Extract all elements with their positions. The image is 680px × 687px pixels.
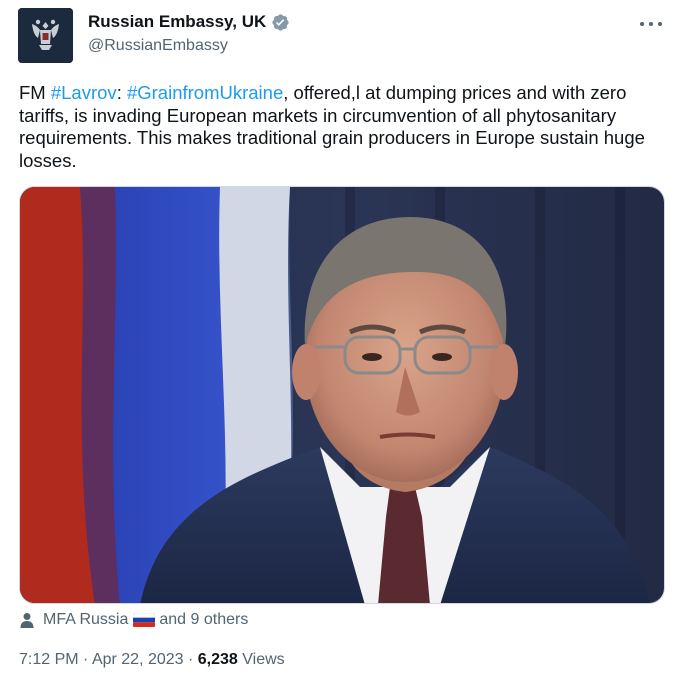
russian-flag-icon — [133, 613, 156, 627]
hashtag-grainfromukraine-link[interactable]: #GrainfromUkraine — [127, 82, 283, 103]
coat-of-arms-icon — [18, 8, 73, 63]
verified-badge-icon — [272, 13, 289, 31]
tweet-photo[interactable] — [19, 186, 665, 604]
tweet-text: FM #Lavrov: #GrainfromUkraine, offered,l… — [19, 82, 659, 172]
views-count: 6,238 — [197, 651, 238, 668]
tweet-separator: : — [116, 82, 127, 103]
tagged-people[interactable]: MFA Russia and 9 others — [19, 609, 248, 631]
tagged-first-name[interactable]: MFA Russia — [43, 611, 128, 629]
meta-separator: · — [78, 651, 92, 668]
person-icon — [20, 613, 34, 628]
views-label: Views — [237, 651, 285, 668]
author-handle[interactable]: @RussianEmbassy — [88, 37, 228, 55]
tweet-meta: 7:12 PM · Apr 22, 2023 · 6,238 Views — [19, 651, 285, 669]
tweet-prefix: FM — [19, 82, 51, 103]
tweet-date-link[interactable]: Apr 22, 2023 — [92, 651, 184, 668]
more-dot-icon — [640, 22, 644, 26]
meta-separator: · — [183, 651, 198, 668]
avatar[interactable] — [18, 8, 73, 63]
more-dot-icon — [649, 22, 653, 26]
more-options-button[interactable] — [640, 14, 662, 34]
more-dot-icon — [658, 22, 662, 26]
hashtag-lavrov-link[interactable]: #Lavrov — [51, 82, 117, 103]
tweet-time-link[interactable]: 7:12 PM — [19, 651, 79, 668]
tagged-others[interactable]: and 9 others — [159, 611, 248, 629]
photo-portrait — [20, 187, 664, 603]
author-display-name[interactable]: Russian Embassy, UK — [88, 12, 266, 32]
author-name-row[interactable]: Russian Embassy, UK — [88, 12, 290, 32]
